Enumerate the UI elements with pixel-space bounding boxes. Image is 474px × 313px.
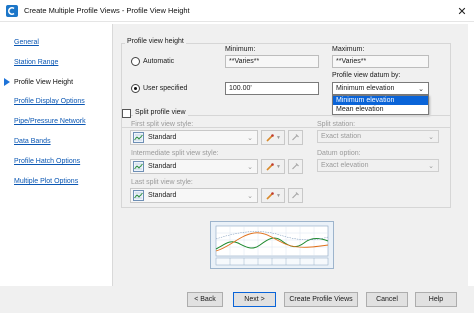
chevron-down-icon: ⌄	[428, 134, 434, 141]
edit-style-icon	[266, 162, 274, 171]
first-split-style-select[interactable]: Standard ⌄	[130, 130, 258, 145]
intermediate-split-style-label: Intermediate split view style:	[131, 150, 219, 157]
first-split-style-value: Standard	[148, 134, 177, 141]
style-details-icon	[292, 134, 299, 141]
datum-select[interactable]: Minimum elevation ⌄	[332, 82, 429, 95]
nav-item-pipe-pressure-network[interactable]: Pipe/Pressure Network	[14, 118, 86, 125]
nav-item-profile-hatch-options[interactable]: Profile Hatch Options	[14, 158, 80, 165]
first-style-edit-button[interactable]: ▼	[261, 130, 285, 145]
datum-select-value: Minimum elevation	[336, 85, 395, 92]
title-bar: Create Multiple Profile Views - Profile …	[0, 0, 474, 22]
caret-down-icon: ▼	[276, 163, 281, 170]
current-page-arrow-icon	[4, 78, 10, 86]
intermediate-split-style-select[interactable]: Standard ⌄	[130, 159, 258, 174]
profile-view-style-icon	[133, 132, 144, 143]
chevron-down-icon: ⌄	[428, 163, 434, 170]
chevron-down-icon: ⌄	[247, 135, 253, 142]
last-split-style-label: Last split view style:	[131, 179, 193, 186]
last-split-style-select[interactable]: Standard ⌄	[130, 188, 258, 203]
datum-option-value: Exact elevation	[321, 162, 369, 169]
last-style-details-button[interactable]	[288, 188, 303, 203]
nav-item-profile-view-height[interactable]: Profile View Height	[14, 79, 73, 86]
profile-view-style-icon	[133, 190, 144, 201]
wizard-navigation: General Station Range Profile View Heigh…	[0, 22, 110, 284]
split-station-select[interactable]: Exact station ⌄	[317, 130, 439, 143]
wizard-footer: < Back Next > Create Profile Views Cance…	[0, 286, 474, 313]
split-station-value: Exact station	[321, 133, 362, 140]
style-details-icon	[292, 163, 299, 170]
caret-down-icon: ▼	[276, 192, 281, 199]
create-profile-views-button[interactable]: Create Profile Views	[284, 292, 358, 307]
next-button[interactable]: Next >	[233, 292, 276, 307]
split-profile-view-label: Split profile view	[133, 109, 188, 116]
cancel-button[interactable]: Cancel	[366, 292, 408, 307]
profile-view-preview-image	[210, 221, 334, 269]
back-button[interactable]: < Back	[187, 292, 223, 307]
edit-style-icon	[266, 191, 274, 200]
automatic-radio[interactable]	[131, 57, 140, 66]
datum-option-select[interactable]: Exact elevation ⌄	[317, 159, 439, 172]
automatic-label: Automatic	[143, 58, 175, 65]
first-split-style-label: First split view style:	[131, 121, 194, 128]
last-split-style-value: Standard	[148, 192, 177, 199]
caret-down-icon: ▼	[276, 134, 281, 141]
nav-item-multiple-plot-options[interactable]: Multiple Plot Options	[14, 178, 78, 185]
minimum-field: **Varies**	[225, 55, 319, 68]
help-button[interactable]: Help	[415, 292, 457, 307]
chevron-down-icon: ⌄	[418, 86, 424, 93]
style-details-icon	[292, 192, 299, 199]
intermediate-split-style-value: Standard	[148, 163, 177, 170]
split-station-label: Split station:	[317, 121, 356, 128]
close-icon: ✕	[457, 5, 467, 18]
profile-view-style-icon	[133, 161, 144, 172]
user-specified-radio[interactable]	[131, 84, 140, 93]
first-style-details-button[interactable]	[288, 130, 303, 145]
datum-option-mean[interactable]: Mean elevation	[333, 105, 428, 114]
chevron-down-icon: ⌄	[247, 193, 253, 200]
datum-option-minimum[interactable]: Minimum elevation	[333, 96, 428, 105]
civil3d-app-icon	[6, 4, 18, 17]
nav-item-general[interactable]: General	[14, 39, 39, 46]
datum-option-label: Datum option:	[317, 150, 361, 157]
chevron-down-icon: ⌄	[247, 164, 253, 171]
nav-item-profile-display-options[interactable]: Profile Display Options	[14, 98, 85, 105]
close-window-button[interactable]: ✕	[450, 0, 474, 22]
intermediate-style-details-button[interactable]	[288, 159, 303, 174]
user-specified-label: User specified	[143, 85, 188, 92]
edit-style-icon	[266, 133, 274, 142]
maximum-label: Maximum:	[332, 46, 365, 53]
datum-dropdown-list: Minimum elevation Mean elevation	[332, 95, 429, 115]
window-title: Create Multiple Profile Views - Profile …	[24, 6, 190, 15]
minimum-label: Minimum:	[225, 46, 256, 53]
profile-view-height-group-label: Profile view height	[125, 38, 186, 45]
nav-item-data-bands[interactable]: Data Bands	[14, 138, 51, 145]
datum-label: Profile view datum by:	[332, 72, 401, 79]
last-style-edit-button[interactable]: ▼	[261, 188, 285, 203]
intermediate-style-edit-button[interactable]: ▼	[261, 159, 285, 174]
maximum-field: **Varies**	[332, 55, 429, 68]
split-profile-view-checkbox[interactable]	[122, 109, 131, 118]
nav-item-station-range[interactable]: Station Range	[14, 59, 58, 66]
user-specified-height-input[interactable]: 100.00'	[225, 82, 319, 95]
